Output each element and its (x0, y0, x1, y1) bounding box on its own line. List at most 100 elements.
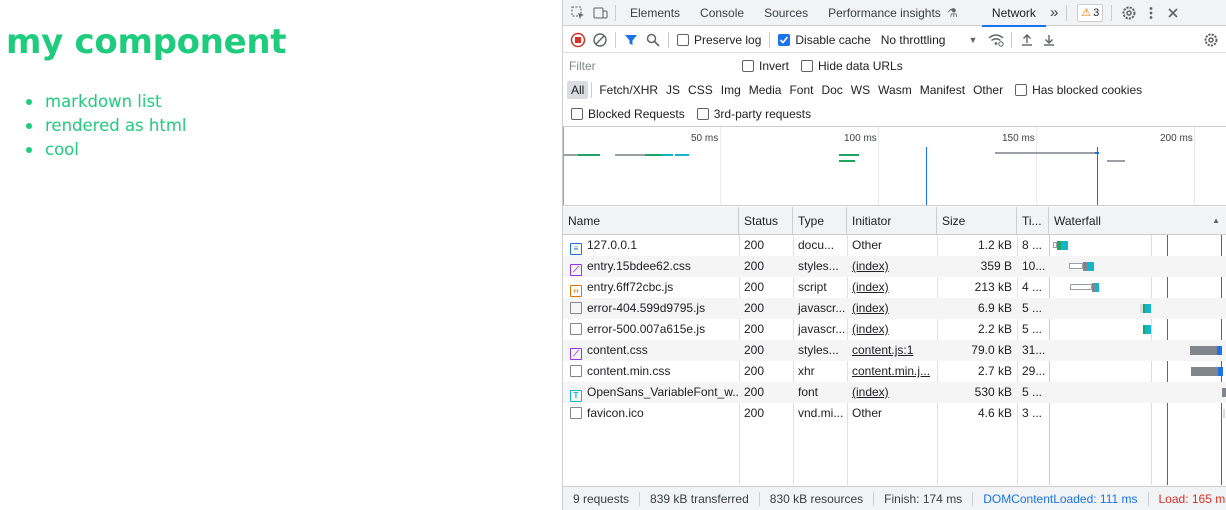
search-icon[interactable] (642, 29, 664, 51)
network-overview-timeline[interactable]: 50 ms 100 ms 150 ms 200 ms (563, 126, 1226, 206)
divider (1066, 4, 1068, 21)
cell-name: ⟋ content.css (563, 340, 739, 361)
cell-initiator[interactable]: content.min.j... (847, 361, 937, 382)
cell-status: 200 (744, 301, 765, 315)
preserve-log-checkbox[interactable]: Preserve log (677, 33, 761, 47)
disable-cache-checkbox[interactable]: Disable cache (778, 33, 871, 47)
cell-initiator[interactable]: (index) (847, 256, 937, 277)
initiator-link[interactable]: content.min.j... (852, 364, 930, 378)
network-conditions-wifi-icon[interactable] (985, 29, 1007, 51)
cell-status: 200 (744, 385, 765, 399)
type-filter-font[interactable]: Font (785, 81, 817, 99)
cell-size: 1.2 kB (977, 238, 1012, 252)
tab-sources[interactable]: Sources (754, 0, 818, 26)
cell-initiator[interactable]: (index) (847, 382, 937, 403)
warnings-badge[interactable]: ⚠ 3 (1077, 3, 1104, 22)
network-settings-gear-icon[interactable] (1200, 29, 1222, 51)
checkbox-checked-icon[interactable] (778, 33, 791, 46)
more-tabs-icon[interactable]: » (1046, 0, 1062, 26)
overview-request-bar (645, 154, 661, 156)
table-row[interactable]: error-404.599d9795.js 200 javascr... (index… (563, 298, 1226, 319)
initiator-link[interactable]: (index) (852, 280, 889, 294)
hide-data-urls-checkbox[interactable]: Hide data URLs (801, 59, 903, 73)
table-row[interactable]: ⟋ content.css 200 styles... content.js:1 79.0… (563, 340, 1226, 361)
inspect-element-icon[interactable] (567, 2, 589, 24)
request-name: error-404.599d9795.js (587, 301, 706, 315)
checkbox-unchecked-icon[interactable] (571, 108, 583, 120)
import-har-upload-icon[interactable] (1016, 29, 1038, 51)
table-row[interactable]: favicon.ico 200 vnd.mi... Other 4.6 kB 3 ... (563, 403, 1226, 424)
table-row[interactable]: content.min.css 200 xhr content.min.j... 2.7… (563, 361, 1226, 382)
clear-icon[interactable] (589, 29, 611, 51)
summary-finish: Finish: 174 ms (874, 491, 974, 506)
type-filter-doc[interactable]: Doc (817, 81, 846, 99)
invert-label: Invert (759, 59, 790, 73)
table-row[interactable]: T OpenSans_VariableFont_w... 200 font (index… (563, 382, 1226, 403)
type-filter-js[interactable]: JS (662, 81, 684, 99)
third-party-requests-checkbox[interactable]: 3rd-party requests (696, 107, 811, 121)
cell-time: 10... (1022, 259, 1046, 273)
cell-status: 200 (744, 322, 765, 336)
table-row[interactable]: ‹› entry.6ff72cbc.js 200 script (index) 213 k… (563, 277, 1226, 298)
device-toolbar-icon[interactable] (589, 2, 611, 24)
type-filter-manifest[interactable]: Manifest (916, 81, 969, 99)
table-row[interactable]: ⟋ entry.15bdee62.css 200 styles... (index) 35… (563, 256, 1226, 277)
request-name: OpenSans_VariableFont_w... (587, 385, 739, 399)
tab-network[interactable]: Network (981, 0, 1046, 27)
checkbox-unchecked-icon[interactable] (1015, 84, 1028, 96)
invert-checkbox[interactable]: Invert (742, 59, 789, 73)
table-row[interactable]: error-500.007a615e.js 200 javascr... (index… (563, 319, 1226, 340)
cell-initiator[interactable]: (index) (847, 298, 937, 319)
column-header-size[interactable]: Size (937, 207, 1017, 235)
type-filter-img[interactable]: Img (717, 81, 745, 99)
blocked-requests-checkbox[interactable]: Blocked Requests (571, 107, 685, 121)
dom-content-loaded-marker (926, 147, 927, 205)
checkbox-unchecked-icon[interactable] (677, 33, 689, 46)
initiator-link[interactable]: (index) (852, 385, 889, 399)
cell-initiator[interactable]: (index) (847, 319, 937, 340)
cell-initiator[interactable]: content.js:1 (847, 340, 937, 361)
column-header-waterfall[interactable]: Waterfall ▲ (1049, 207, 1226, 235)
column-header-type[interactable]: Type (793, 207, 847, 235)
type-filter-other[interactable]: Other (969, 81, 1007, 99)
overview-gridline (563, 127, 564, 205)
initiator-link[interactable]: (index) (852, 301, 889, 315)
column-header-initiator[interactable]: Initiator (847, 207, 937, 235)
checkbox-unchecked-icon[interactable] (801, 60, 814, 72)
tab-console[interactable]: Console (690, 0, 754, 26)
more-options-icon[interactable] (1140, 2, 1162, 24)
checkbox-unchecked-icon[interactable] (742, 60, 754, 72)
filter-funnel-icon[interactable] (620, 29, 642, 51)
type-filter-css[interactable]: CSS (684, 81, 717, 99)
stop-recording-icon[interactable] (567, 29, 589, 51)
initiator-link[interactable]: content.js:1 (852, 343, 913, 357)
warnings-count: 3 (1093, 6, 1100, 19)
cell-initiator[interactable]: (index) (847, 277, 937, 298)
js-file-icon: ‹› (570, 285, 582, 297)
initiator-link[interactable]: (index) (852, 322, 889, 336)
type-filter-wasm[interactable]: Wasm (874, 81, 916, 99)
type-filter-fetch-xhr[interactable]: Fetch/XHR (595, 81, 662, 99)
type-filter-all[interactable]: All (567, 81, 589, 99)
table-row[interactable]: ≡ 127.0.0.1 200 docu... Other 1.2 kB 8 ... (563, 235, 1226, 256)
waterfall-bar (1095, 283, 1099, 292)
tab-elements[interactable]: Elements (620, 0, 690, 26)
overview-request-bar (615, 154, 645, 156)
overview-request-bar (578, 154, 600, 156)
type-filter-ws[interactable]: WS (847, 81, 874, 99)
rendered-page: my component markdown list rendered as h… (0, 0, 562, 510)
settings-gear-icon[interactable] (1118, 2, 1140, 24)
column-header-time[interactable]: Ti... (1017, 207, 1049, 235)
throttling-select[interactable]: No throttling ▼ (881, 33, 978, 47)
initiator-link[interactable]: (index) (852, 259, 889, 273)
checkbox-unchecked-icon[interactable] (696, 108, 709, 120)
close-devtools-icon[interactable] (1162, 2, 1184, 24)
type-filter-media[interactable]: Media (745, 81, 786, 99)
column-header-name[interactable]: Name (563, 207, 739, 235)
has-blocked-cookies-checkbox[interactable]: Has blocked cookies (1015, 83, 1142, 97)
css-file-icon: ⟋ (570, 348, 582, 360)
tab-performance-insights[interactable]: Performance insights ⚗ (818, 0, 968, 26)
export-har-download-icon[interactable] (1038, 29, 1060, 51)
column-header-status[interactable]: Status (739, 207, 793, 235)
filter-input[interactable] (563, 57, 726, 75)
